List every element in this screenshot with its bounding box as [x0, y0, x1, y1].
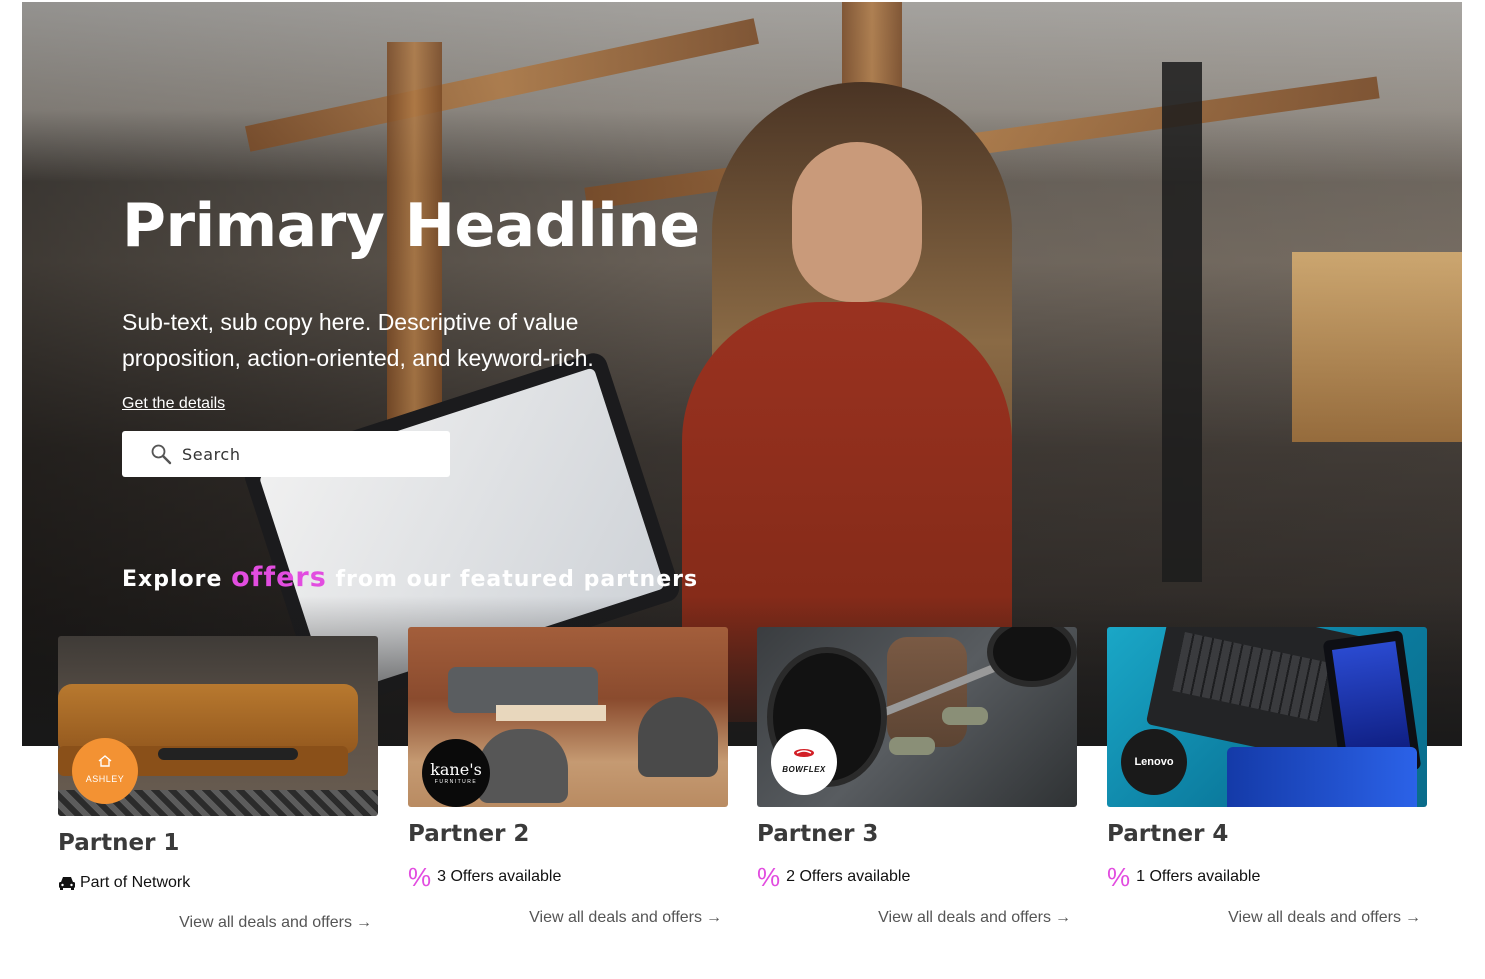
- partner-1-meta: Part of Network: [58, 874, 378, 892]
- partner-1-image[interactable]: ASHLEY: [58, 636, 378, 816]
- shoe-shape: [889, 737, 935, 755]
- search-box[interactable]: [122, 431, 450, 477]
- hero-background-column: [1162, 62, 1202, 582]
- shoe-shape: [942, 707, 988, 725]
- partner-1-name[interactable]: Partner 1: [58, 830, 378, 856]
- partner-4-logo: Lenovo: [1121, 729, 1187, 795]
- weight-plate-shape: [987, 627, 1077, 687]
- partner-card-1[interactable]: ASHLEY Partner 1 Part of Network View al…: [58, 636, 378, 932]
- screen-wallpaper-shape: [1227, 747, 1417, 807]
- chair-shape: [638, 697, 718, 777]
- explore-text-after: from our featured partners: [326, 567, 699, 592]
- partner-card-4[interactable]: Lenovo Partner 4 % 1 Offers available Vi…: [1107, 627, 1427, 927]
- partner-2-logo-text: kane's: [430, 759, 482, 779]
- explore-text-accent: offers: [231, 562, 327, 593]
- arrow-right-icon: →: [356, 914, 372, 931]
- table-shape: [496, 705, 606, 721]
- search-icon: [150, 443, 172, 465]
- partner-1-logo-text: ASHLEY: [85, 774, 125, 784]
- partner-4-view-link-text[interactable]: View all deals and offers: [1228, 909, 1401, 926]
- partner-4-name[interactable]: Partner 4: [1107, 821, 1427, 847]
- partner-2-logo-mark: kane's FURNITURE: [430, 759, 482, 785]
- partner-2-logo-subtext: FURNITURE: [434, 778, 478, 785]
- partner-3-view-link-text[interactable]: View all deals and offers: [878, 909, 1051, 926]
- coffee-table-shape: [158, 748, 298, 760]
- house-icon: [98, 755, 112, 767]
- partner-3-logo-mark: BOWFLEX: [782, 748, 826, 776]
- arrow-right-icon: →: [706, 909, 722, 926]
- partner-2-name[interactable]: Partner 2: [408, 821, 728, 847]
- percent-icon: %: [757, 862, 781, 892]
- partner-4-logo-text: Lenovo: [1134, 756, 1174, 768]
- partner-1-logo-mark: ASHLEY: [86, 755, 125, 787]
- partner-2-logo: kane's FURNITURE: [422, 739, 490, 807]
- percent-icon: %: [1107, 862, 1131, 892]
- partner-4-meta-text: 1 Offers available: [1136, 868, 1261, 885]
- partner-2-meta-text: 3 Offers available: [437, 868, 562, 885]
- hero-background-window: [1292, 252, 1462, 442]
- get-details-link[interactable]: Get the details: [122, 395, 225, 413]
- arrow-right-icon: →: [1055, 909, 1071, 926]
- explore-text-before: Explore: [122, 567, 232, 592]
- partner-3-meta-text: 2 Offers available: [786, 868, 911, 885]
- hero-subtext: Sub-text, sub copy here. Descriptive of …: [122, 309, 594, 371]
- partner-4-view-link[interactable]: View all deals and offers →: [1107, 909, 1427, 927]
- bowflex-swoosh-icon: [794, 749, 814, 757]
- page-headline: Primary Headline: [122, 191, 700, 261]
- partner-3-meta: % 2 Offers available: [757, 862, 1077, 892]
- chair-shape: [478, 729, 568, 803]
- partner-3-logo: BOWFLEX: [771, 729, 837, 795]
- partner-1-view-link[interactable]: View all deals and offers →: [58, 914, 378, 932]
- partner-2-meta: % 3 Offers available: [408, 862, 728, 892]
- partner-3-image[interactable]: BOWFLEX: [757, 627, 1077, 807]
- partner-4-image[interactable]: Lenovo: [1107, 627, 1427, 807]
- partner-3-view-link[interactable]: View all deals and offers →: [757, 909, 1077, 927]
- partner-card-2[interactable]: kane's FURNITURE Partner 2 % 3 Offers av…: [408, 627, 728, 927]
- section-heading-explore: Explore offers from our featured partner…: [122, 562, 698, 593]
- partner-2-view-link[interactable]: View all deals and offers →: [408, 909, 728, 927]
- partner-2-view-link-text[interactable]: View all deals and offers: [529, 909, 702, 926]
- partner-3-name[interactable]: Partner 3: [757, 821, 1077, 847]
- partner-2-image[interactable]: kane's FURNITURE: [408, 627, 728, 807]
- partner-1-view-link-text[interactable]: View all deals and offers: [179, 914, 352, 931]
- partner-4-meta: % 1 Offers available: [1107, 862, 1427, 892]
- partner-1-logo: ASHLEY: [72, 738, 138, 804]
- percent-icon: %: [408, 862, 432, 892]
- partner-1-meta-text: Part of Network: [80, 874, 191, 891]
- partner-card-3[interactable]: BOWFLEX Partner 3 % 2 Offers available V…: [757, 627, 1077, 927]
- arrow-right-icon: →: [1405, 909, 1421, 926]
- partner-3-logo-text: BOWFLEX: [782, 765, 826, 774]
- car-icon: [58, 875, 76, 891]
- search-input[interactable]: [182, 444, 422, 464]
